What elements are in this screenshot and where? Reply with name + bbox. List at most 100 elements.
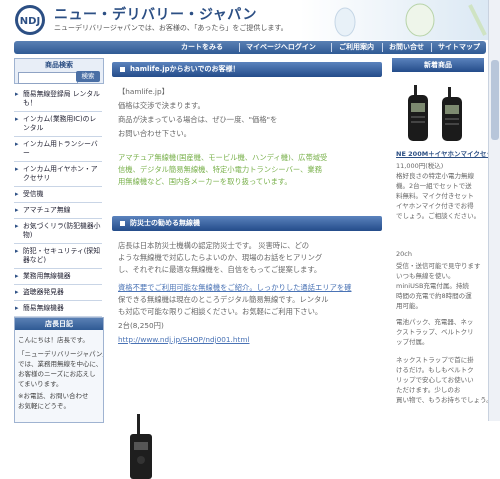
top-nav-bar: カートをみる マイページへログイン ご利用案内 お問い合せ サイトマップ [14,41,486,54]
product-text: リップで安心してお使いい [396,376,474,384]
diary-text: 「ニューデリバリージャパン」 [18,350,104,358]
disaster-text: も対応で可能な限りご相談ください。お気軽にご利用下さい。 [118,307,323,316]
scrollbar-thumb[interactable] [491,60,499,140]
disaster-section-header: 防災士の勧める無線機 [112,216,382,231]
diary-text: ※お電話、お問い合わせ [18,392,89,400]
header-decoration-image [300,0,500,40]
welcome-text: 価格は交渉で決まります。 [118,101,205,110]
arrow-right-icon: ▸ [15,222,19,230]
product-text: 格好良さの特定小電力無線 [396,172,474,180]
product-text: ップ付属。 [396,338,429,346]
arrow-right-icon: ▸ [15,190,19,198]
welcome-text: 商品が決まっている場合は、ぜひ一度、"価格"を [118,115,278,124]
product-text: でしょう。ご相談ください。 [396,212,481,220]
welcome-text: お問い合わせ下さい。 [118,129,191,138]
rental-link[interactable]: 資格不要でご利用可能な無線機をご紹介。しっかりした通話エリアを確 [118,283,352,292]
arrow-right-icon: ▸ [15,304,19,312]
product-text: 受信・送信可能で見守ります [396,262,481,270]
ndj-logo[interactable]: NDJ [14,4,46,36]
product-text: けるだけ。もしもベルトク [396,366,474,374]
product-text: 時間の充電で約8時間の運 [396,292,472,300]
diary-text: では、業務用無線を中心に、 [18,360,103,368]
store-diary-box: 店長日記 こんにちは！店長です。 「ニューデリバリージャパン」 では、業務用無線… [14,317,104,423]
square-bullet-icon [120,66,125,72]
arrow-right-icon: ▸ [15,272,19,280]
category-item[interactable]: ▸ インカム用イヤホン・アクセサリ [14,162,102,187]
product-text: 料無料。マイク付きセット [396,192,474,200]
category-item[interactable]: ▸ 防犯・セキュリティ(探知器など) [14,244,102,269]
arrow-right-icon: ▸ [15,115,19,123]
product-text: 電池パック、充電器、ネッ [396,318,474,326]
category-item[interactable]: ▸ 簡易無線登録局 レンタルも！ [14,87,102,112]
diary-text: お客様のニーズにお応えし [18,370,96,378]
search-button[interactable]: 検索 [76,71,100,82]
nav-sitemap[interactable]: サイトマップ [438,42,480,53]
category-item[interactable]: ▸ インカム用トランシーバー [14,137,102,162]
welcome-text: 【hamlife.jp】 [118,87,169,96]
nav-mypage-login[interactable]: マイページへログイン [246,42,316,53]
site-header: NDJ ニュー・デリバリー・ジャパン ニューデリバリージャパンでは、お客様の、「… [0,0,500,40]
product-text: いつも無線を使い。 [396,272,455,280]
product-text: 用可能。 [396,302,422,310]
product-text: miniUSB充電付属。持続 [396,282,469,290]
category-item[interactable]: ▸ インカム(業務用IC)のレンタル [14,112,102,137]
arrow-right-icon: ▸ [15,140,19,148]
category-item[interactable]: ▸ アマチュア無線 [14,203,102,219]
handheld-radio-image[interactable] [124,414,158,479]
square-bullet-icon [120,220,125,226]
arrow-right-icon: ▸ [15,165,19,173]
site-title[interactable]: ニュー・デリバリー・ジャパン [54,4,257,24]
search-box: 商品検索 検索 [14,58,104,84]
nav-separator [431,43,432,52]
product-lineup-text: 信機、デジタル簡易無線機、特定小電力トランシーバー、業務 [118,165,323,174]
nav-separator [331,43,332,52]
product-text: 11,000円(税込) [396,162,444,170]
disaster-text: ような無線機で対応したらよいのか、現場のお話をヒアリング [118,253,323,262]
arrow-right-icon: ▸ [15,206,19,214]
diary-title[interactable]: 店長日記 [15,318,103,330]
left-sidebar: 商品検索 検索 ▸ 簡易無線登録局 レンタルも！ ▸ インカム(業務用IC)のレンタ… [14,58,104,423]
product-text: イヤホンマイク付きでお得 [396,202,474,210]
nav-cart[interactable]: カートをみる [181,42,223,53]
category-list: ▸ 簡易無線登録局 レンタルも！ ▸ インカム(業務用IC)のレンタル ▸ インカム用… [14,87,102,317]
product-lineup-text: 用無線機など、国内各メーカーを取り扱っています。 [118,177,292,186]
category-item[interactable]: ▸ 業務用無線機器 [14,269,102,285]
main-content: hamlife.jpからおいでのお客様！ 【hamlife.jp】 価格は交渉で… [112,58,382,479]
product-text: ただけます。少しのお [396,386,461,394]
right-sidebar: 新着商品 NE 200M＋イヤホンマイクセット 11,000円(税込) 格好良さ… [392,58,499,421]
product-lineup-text: アマチュア無線機(国産機、モービル機、ハンディ機)、広帯域受 [118,153,328,162]
welcome-section-header: hamlife.jpからおいでのお客様！ [112,62,382,77]
product-text: 買い物で、もうお持ちでしょう。 [396,396,493,404]
disaster-text: 店長は日本防災士機構の認定防災士です。 災害時に、どの [118,241,310,250]
disaster-text: 保できる無線機は現在のところデジタル簡易無線です。レンタル [118,295,329,304]
diary-text: てまいります。 [18,380,63,388]
new-products-header: 新着商品 [392,58,484,72]
product-url-link: http://www.ndj.jp/SHOP/ndj001.html [118,335,250,344]
category-item[interactable]: ▸ お気づくリラ(防犯機器小物) [14,219,102,244]
category-item[interactable]: ▸ 受信機 [14,187,102,203]
disaster-text: し、それぞれに最適な無線機を、自信をもってご提案します。 [118,265,322,274]
diary-text: お気軽にどうぞ。 [18,402,70,410]
search-title: 商品検索 [45,61,73,69]
site-tagline: ニューデリバリージャパンでは、お客様の、「あったら」をご提供します。 [54,24,288,32]
category-item[interactable]: ▸ 簡易無線機器 [14,301,102,317]
arrow-right-icon: ▸ [15,90,19,98]
nav-contact[interactable]: お問い合せ [389,42,424,53]
search-input[interactable] [18,72,78,84]
product-name-link: NE 200M＋イヤホンマイクセット [396,150,500,158]
svg-text:NDJ: NDJ [20,16,40,27]
nav-separator [239,43,240,52]
nav-separator [382,43,383,52]
vertical-scrollbar[interactable] [488,0,500,421]
nav-guide[interactable]: ご利用案内 [339,42,374,53]
arrow-right-icon: ▸ [15,288,19,296]
arrow-right-icon: ▸ [15,247,19,255]
disaster-text: 資格不要でご利用可能な無線機をご紹介。しっかりした通話エリアを確 [118,282,352,293]
product-text: 機。2台一組でセットで送 [396,182,472,190]
category-item[interactable]: ▸ 盗聴器発見器 [14,285,102,301]
product-text: クストラップ、ベルトクリ [396,328,474,336]
price-text: 2台(8,250円) [118,321,164,330]
diary-text: こんにちは！店長です。 [18,336,89,344]
walkie-talkie-pair-image[interactable] [400,85,476,143]
product-text: 20ch [396,250,412,258]
